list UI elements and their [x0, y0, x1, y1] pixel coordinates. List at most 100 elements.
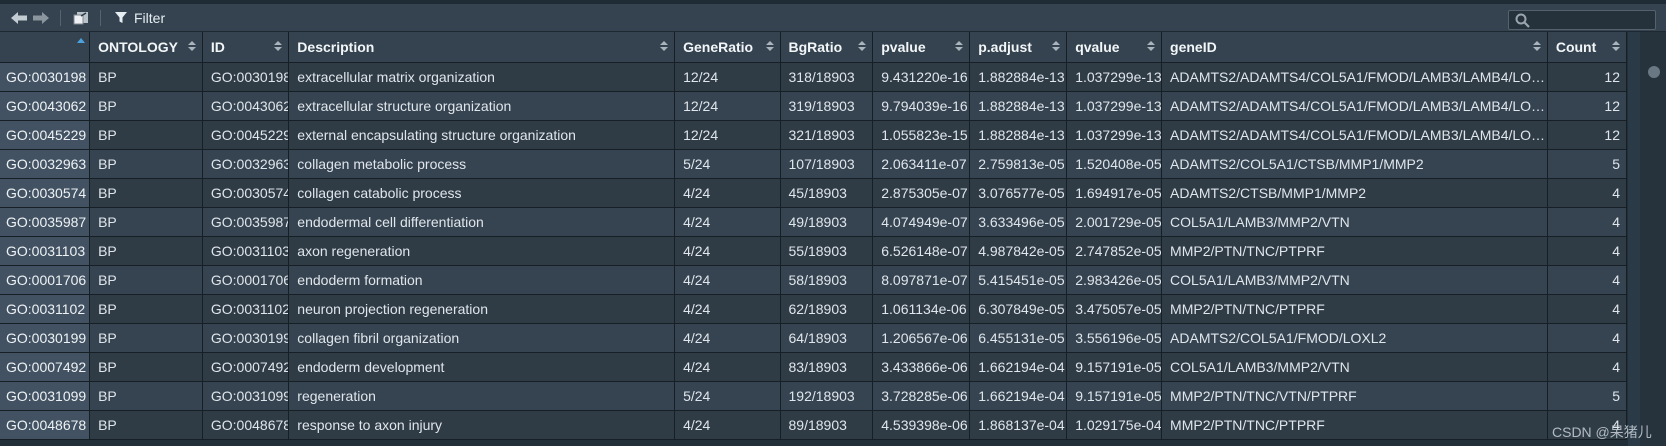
- row-name-cell: GO:0007492: [0, 352, 91, 382]
- table-cell: 1.206567e-06: [872, 323, 971, 353]
- column-header-id[interactable]: ID: [202, 32, 290, 63]
- table-cell: 12/24: [674, 120, 781, 150]
- table-cell: ADAMTS2/ADAMTS4/COL5A1/FMOD/LAMB3/LAMB4/…: [1161, 62, 1548, 92]
- table-row[interactable]: GO:0007492 BP GO:0007492 endoderm developme…: [0, 352, 1628, 382]
- column-header-label: Count: [1555, 38, 1597, 55]
- table-cell: GO:0048678: [202, 410, 290, 440]
- table-cell: 64/18903: [780, 323, 874, 353]
- table-row[interactable]: GO:0045229 BP GO:0045229 external encapsula…: [0, 120, 1628, 150]
- table-cell: 4/24: [674, 178, 781, 208]
- column-header-description[interactable]: Description: [288, 32, 676, 63]
- table-row[interactable]: GO:0032963 BP GO:0032963 collagen metabolic…: [0, 149, 1628, 179]
- column-header-bgratio[interactable]: BgRatio: [780, 32, 874, 63]
- vertical-scrollbar[interactable]: [1640, 32, 1666, 446]
- table-cell: collagen catabolic process: [288, 178, 676, 208]
- table-cell: ADAMTS2/COL5A1/CTSB/MMP1/MMP2: [1161, 149, 1548, 179]
- table-row[interactable]: GO:0043062 BP GO:0043062 extracellular stru…: [0, 91, 1628, 121]
- table-cell: GO:0001706: [202, 265, 290, 295]
- column-header-generatio[interactable]: GeneRatio: [674, 32, 781, 63]
- table-cell: ADAMTS2/ADAMTS4/COL5A1/FMOD/LAMB3/LAMB4/…: [1161, 91, 1548, 121]
- table-cell: extracellular structure organization: [288, 91, 676, 121]
- table-cell: 1.520408e-05: [1066, 149, 1163, 179]
- table-cell: 4: [1547, 323, 1628, 353]
- popout-button[interactable]: [72, 4, 90, 31]
- table-cell: 6.526148e-07: [872, 236, 971, 266]
- table-cell: 1.037299e-13: [1066, 62, 1163, 92]
- table-cell: 4: [1547, 352, 1628, 382]
- sort-ascending-icon: [77, 38, 86, 43]
- search-input[interactable]: [1535, 11, 1651, 29]
- table-cell: BP: [89, 236, 203, 266]
- column-header-pvalue[interactable]: pvalue: [872, 32, 971, 63]
- table-cell: 83/18903: [780, 352, 874, 382]
- column-header-label: BgRatio: [788, 38, 843, 55]
- row-name-cell: GO:0031102: [0, 294, 91, 324]
- table-cell: 3.556196e-05: [1066, 323, 1163, 353]
- column-header-rownames[interactable]: [0, 32, 91, 63]
- column-header-ontology[interactable]: ONTOLOGY: [89, 32, 203, 63]
- table-row[interactable]: GO:0030199 BP GO:0030199 collagen fibril or…: [0, 323, 1628, 353]
- table-cell: GO:0030198: [202, 62, 290, 92]
- table-cell: GO:0007492: [202, 352, 290, 382]
- table-cell: 192/18903: [780, 381, 874, 411]
- table-cell: 4/24: [674, 323, 781, 353]
- table-cell: MMP2/PTN/TNC/PTPRF: [1161, 236, 1548, 266]
- table-row[interactable]: GO:0048678 BP GO:0048678 response to axon i…: [0, 410, 1628, 440]
- table-cell: 1.037299e-13: [1066, 120, 1163, 150]
- table-row[interactable]: GO:0001706 BP GO:0001706 endoderm formation…: [0, 265, 1628, 295]
- row-name-cell: GO:0030574: [0, 178, 91, 208]
- table-cell: axon regeneration: [288, 236, 676, 266]
- table-row[interactable]: GO:0031102 BP GO:0031102 neuron projection …: [0, 294, 1628, 324]
- search-box[interactable]: [1508, 10, 1656, 30]
- scrollbar-thumb[interactable]: [1648, 66, 1660, 78]
- sort-icon: [187, 41, 196, 51]
- table-cell: 1.882884e-13: [969, 91, 1068, 121]
- column-header-geneid[interactable]: geneID: [1161, 32, 1548, 63]
- table-cell: 1.868137e-04: [969, 410, 1068, 440]
- table-cell: 55/18903: [780, 236, 874, 266]
- table-row[interactable]: GO:0031103 BP GO:0031103 axon regeneration 4…: [0, 236, 1628, 266]
- row-name-cell: GO:0031099: [0, 381, 91, 411]
- data-grid: ONTOLOGY ID Description GeneRatio BgRati…: [0, 32, 1628, 446]
- column-header-padjust[interactable]: p.adjust: [969, 32, 1068, 63]
- table-cell: GO:0045229: [202, 120, 290, 150]
- table-cell: GO:0035987: [202, 207, 290, 237]
- table-cell: 3.633496e-05: [969, 207, 1068, 237]
- table-cell: 89/18903: [780, 410, 874, 440]
- table-cell: COL5A1/LAMB3/MMP2/VTN: [1161, 352, 1548, 382]
- table-cell: 1.662194e-04: [969, 352, 1068, 382]
- table-cell: 49/18903: [780, 207, 874, 237]
- data-table: ONTOLOGY ID Description GeneRatio BgRati…: [0, 32, 1628, 440]
- table-cell: 4: [1547, 178, 1628, 208]
- table-cell: 2.747852e-05: [1066, 236, 1163, 266]
- forward-button[interactable]: [32, 4, 50, 31]
- table-cell: 1.662194e-04: [969, 381, 1068, 411]
- table-cell: COL5A1/LAMB3/MMP2/VTN: [1161, 207, 1548, 237]
- row-name-cell: GO:0035987: [0, 207, 91, 237]
- table-row[interactable]: GO:0030574 BP GO:0030574 collagen catabolic…: [0, 178, 1628, 208]
- table-row[interactable]: GO:0035987 BP GO:0035987 endodermal cell di…: [0, 207, 1628, 237]
- sort-icon: [1612, 41, 1620, 51]
- table-cell: 1.037299e-13: [1066, 91, 1163, 121]
- popout-window-icon: [73, 11, 88, 24]
- table-row[interactable]: GO:0031099 BP GO:0031099 regeneration 5/24 19…: [0, 381, 1628, 411]
- filter-button[interactable]: Filter: [114, 4, 165, 31]
- column-header-count[interactable]: Count: [1547, 32, 1628, 63]
- table-cell: ADAMTS2/ADAMTS4/COL5A1/FMOD/LAMB3/LAMB4/…: [1161, 120, 1548, 150]
- column-header-label: p.adjust: [978, 38, 1032, 55]
- table-cell: 4/24: [674, 410, 781, 440]
- table-cell: response to axon injury: [288, 410, 676, 440]
- column-header-label: geneID: [1170, 38, 1217, 55]
- table-cell: 4.074949e-07: [872, 207, 971, 237]
- column-header-qvalue[interactable]: qvalue: [1066, 32, 1163, 63]
- table-cell: 4: [1547, 294, 1628, 324]
- column-header-label: ID: [210, 38, 225, 55]
- table-row[interactable]: GO:0030198 BP GO:0030198 extracellular matr…: [0, 62, 1628, 92]
- table-cell: 58/18903: [780, 265, 874, 295]
- table-cell: regeneration: [288, 381, 676, 411]
- table-body: GO:0030198 BP GO:0030198 extracellular matr…: [0, 62, 1628, 440]
- table-cell: 107/18903: [780, 149, 874, 179]
- table-cell: collagen metabolic process: [288, 149, 676, 179]
- header-row: ONTOLOGY ID Description GeneRatio BgRati…: [0, 32, 1628, 63]
- back-button[interactable]: [10, 4, 28, 31]
